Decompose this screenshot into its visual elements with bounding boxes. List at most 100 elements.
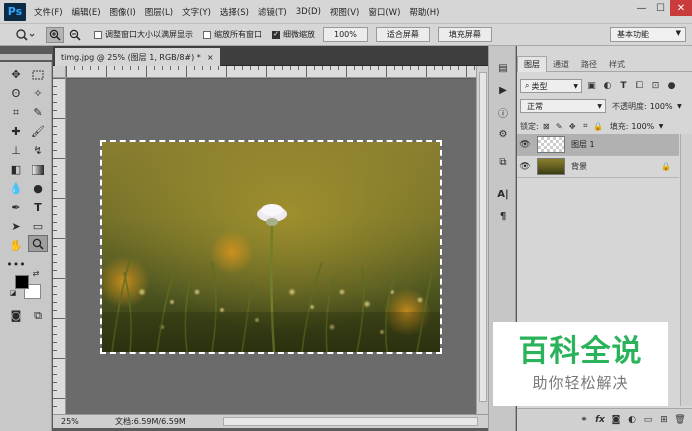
ruler-origin[interactable]: [53, 66, 66, 78]
add-mask-icon[interactable]: ◙: [608, 413, 624, 427]
tab-layers[interactable]: 图层: [517, 56, 547, 72]
horizontal-scrollbar[interactable]: [223, 417, 478, 426]
gradient-tool-icon[interactable]: [28, 161, 48, 178]
crop-tool-icon[interactable]: ⌗: [6, 104, 26, 121]
more-tools-icon[interactable]: •••: [6, 256, 26, 273]
menu-view[interactable]: 视图(V): [330, 6, 359, 18]
scrubby-zoom-checkbox[interactable]: ✓ 细微缩放: [272, 29, 315, 40]
tab-channels[interactable]: 通道: [547, 56, 575, 72]
type-filter-icon[interactable]: T: [617, 80, 630, 93]
vertical-ruler[interactable]: [53, 78, 66, 414]
kind-filter-select[interactable]: ⌕ 类型 ▼: [520, 79, 582, 93]
menu-layer[interactable]: 图层(L): [145, 6, 173, 18]
menu-help[interactable]: 帮助(H): [409, 6, 439, 18]
layer-row-layer1[interactable]: 👁 图层 1: [517, 134, 679, 156]
clone-source-panel-icon[interactable]: ⧉: [494, 154, 512, 170]
menu-type[interactable]: 文字(Y): [182, 6, 211, 18]
resize-windows-checkbox[interactable]: 调整窗口大小以满屏显示: [94, 29, 193, 40]
quick-mask-icon[interactable]: ◙: [6, 307, 26, 324]
canvas-image-daisy[interactable]: [100, 140, 442, 354]
blend-mode-select[interactable]: 正常 ▼: [520, 99, 606, 113]
actions-play-icon[interactable]: ▶: [494, 82, 512, 98]
character-panel-icon[interactable]: A|: [494, 186, 512, 202]
layer-row-background[interactable]: 👁 背景 🔒: [517, 156, 679, 178]
clone-stamp-tool-icon[interactable]: ⊥: [6, 142, 26, 159]
trash-icon[interactable]: 🗑: [672, 413, 688, 427]
lock-transparent-icon[interactable]: ⊠: [541, 120, 552, 132]
lock-all-icon[interactable]: 🔒: [593, 120, 604, 132]
dodge-tool-icon[interactable]: ●: [28, 180, 48, 197]
adjustment-filter-icon[interactable]: ◐: [601, 80, 614, 93]
blur-tool-icon[interactable]: 💧: [6, 180, 26, 197]
menu-filter[interactable]: 滤镜(T): [258, 6, 287, 18]
menu-window[interactable]: 窗口(W): [368, 6, 400, 18]
lasso-tool-icon[interactable]: ʘ: [6, 85, 26, 102]
zoom-all-windows-checkbox[interactable]: 缩放所有窗口: [203, 29, 262, 40]
adjustments-panel-icon[interactable]: ⚙: [494, 126, 512, 142]
lock-position-icon[interactable]: ✥: [567, 120, 578, 132]
resize-windows-box[interactable]: [94, 30, 102, 39]
zoom-in-icon[interactable]: [46, 26, 64, 43]
zoom-100-button[interactable]: 100%: [323, 27, 368, 42]
fit-screen-button[interactable]: 适合屏幕: [375, 27, 430, 42]
zoom-all-windows-box[interactable]: [203, 30, 211, 39]
menu-file[interactable]: 文件(F): [34, 6, 63, 18]
shape-filter-icon[interactable]: ⧠: [633, 80, 646, 93]
hand-tool-icon[interactable]: ✋: [6, 237, 26, 254]
shape-tool-icon[interactable]: ▭: [28, 218, 48, 235]
vertical-scrollbar[interactable]: [476, 66, 488, 414]
zoom-tool-preset-icon[interactable]: [12, 27, 38, 43]
zoom-tool-icon[interactable]: [28, 235, 48, 252]
toolbar-grip[interactable]: [0, 54, 52, 60]
document-tab[interactable]: timg.jpg @ 25% (图层 1, RGB/8#) * ×: [55, 48, 220, 66]
menu-select[interactable]: 选择(S): [220, 6, 249, 18]
scrubby-zoom-box[interactable]: ✓: [272, 30, 280, 39]
lock-artboard-icon[interactable]: ⌗: [580, 120, 591, 132]
workspace-select[interactable]: 基本功能 ▼: [610, 27, 686, 42]
smart-object-filter-icon[interactable]: ⊡: [649, 80, 662, 93]
filter-toggle-icon[interactable]: ●: [665, 80, 678, 93]
fill-screen-button[interactable]: 填充屏幕: [437, 27, 492, 42]
menu-image[interactable]: 图像(I): [110, 6, 136, 18]
adjustment-layer-icon[interactable]: ◐: [624, 413, 640, 427]
pen-tool-icon[interactable]: ✒: [6, 199, 26, 216]
paragraph-panel-icon[interactable]: ¶: [494, 208, 512, 224]
menu-edit[interactable]: 编辑(E): [72, 6, 101, 18]
layers-scrollbar[interactable]: [680, 134, 692, 406]
move-tool-icon[interactable]: ✥: [6, 66, 26, 83]
eye-icon[interactable]: 👁: [517, 140, 533, 150]
foreground-color-swatch[interactable]: [15, 275, 29, 289]
pixel-filter-icon[interactable]: ▣: [585, 80, 598, 93]
document-info[interactable]: 文档:6.59M/6.59M: [115, 416, 186, 427]
horizontal-ruler[interactable]: [66, 66, 476, 78]
opacity-field[interactable]: 100% ▼: [650, 99, 682, 113]
marquee-tool-icon[interactable]: [28, 66, 48, 83]
eraser-tool-icon[interactable]: ◧: [6, 161, 26, 178]
zoom-out-icon[interactable]: [66, 27, 84, 43]
scrollbar-thumb[interactable]: [479, 72, 487, 402]
tab-styles[interactable]: 样式: [603, 56, 631, 72]
swap-colors-icon[interactable]: ⇄: [30, 268, 42, 278]
lock-image-icon[interactable]: ✎: [554, 120, 565, 132]
close-button[interactable]: ✕: [670, 0, 692, 16]
fill-field[interactable]: 100% ▼: [631, 119, 663, 133]
new-group-icon[interactable]: ▭: [640, 413, 656, 427]
brush-tool-icon[interactable]: 🖌: [28, 123, 48, 140]
layer-style-icon[interactable]: fx: [592, 413, 608, 427]
menu-3d[interactable]: 3D(D): [296, 7, 321, 17]
tab-paths[interactable]: 路径: [575, 56, 603, 72]
path-selection-tool-icon[interactable]: ➤: [6, 218, 26, 235]
healing-brush-tool-icon[interactable]: ✚: [6, 123, 26, 140]
minimize-button[interactable]: —: [632, 0, 651, 16]
history-brush-tool-icon[interactable]: ↯: [28, 142, 48, 159]
link-layers-icon[interactable]: ⚭: [576, 413, 592, 427]
default-colors-icon[interactable]: ◪: [8, 288, 18, 298]
type-tool-icon[interactable]: T: [28, 199, 48, 216]
magic-wand-tool-icon[interactable]: ✧: [28, 85, 48, 102]
info-panel-icon[interactable]: ⓘ: [494, 104, 512, 120]
new-layer-icon[interactable]: ⊞: [656, 413, 672, 427]
eye-icon[interactable]: 👁: [517, 162, 533, 172]
zoom-level-field[interactable]: 25%: [53, 417, 93, 426]
maximize-button[interactable]: ☐: [651, 0, 670, 16]
close-tab-icon[interactable]: ×: [207, 53, 214, 62]
